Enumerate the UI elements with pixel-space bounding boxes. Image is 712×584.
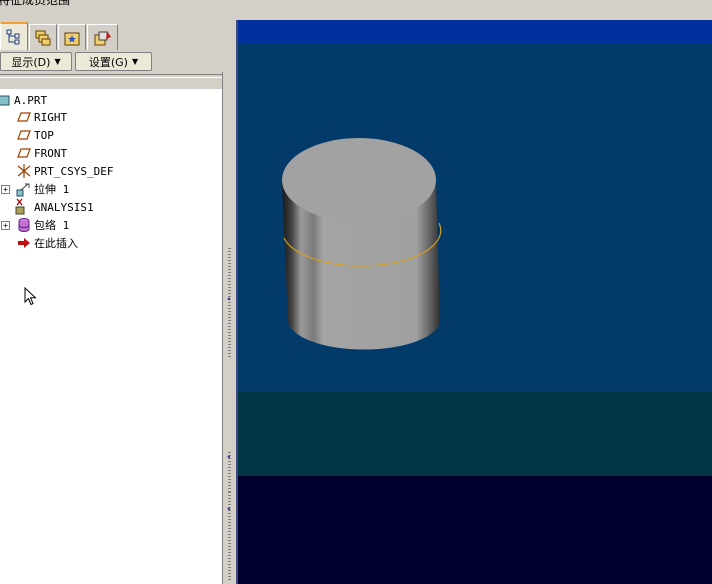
analysis-icon bbox=[14, 198, 30, 215]
layers-icon bbox=[35, 30, 51, 45]
tree-item-label: PRT_CSYS_DEF bbox=[34, 164, 114, 178]
insert-here-arrow-icon bbox=[16, 235, 32, 251]
tree-item-label: A.PRT bbox=[14, 93, 48, 107]
window-title: 特征成员范围 bbox=[0, 0, 71, 7]
panel-splitter[interactable]: ◂ ◂ ◂ bbox=[222, 72, 237, 584]
datum-plane-icon bbox=[16, 127, 32, 143]
collapse-left-icon[interactable]: ◂ bbox=[226, 452, 232, 461]
tree-item-envelope[interactable]: + 包络 1 bbox=[0, 216, 222, 234]
extrude-icon bbox=[16, 181, 32, 197]
envelope-icon bbox=[16, 217, 32, 233]
settings-dropdown-button[interactable]: 设置(G) ▼ bbox=[75, 52, 152, 71]
model-tree[interactable]: A.PRT RIGHT TOP FRONT PRT_CSYS_DEF + 拉伸 … bbox=[0, 89, 222, 584]
tree-item-insert-here[interactable]: 在此插入 bbox=[0, 234, 222, 252]
navigator-tabs bbox=[0, 22, 230, 50]
chevron-down-icon: ▼ bbox=[131, 57, 139, 66]
tab-web-browser[interactable] bbox=[87, 24, 118, 50]
splitter-grip bbox=[228, 248, 231, 358]
tree-item-label: 拉伸 1 bbox=[34, 183, 70, 196]
expand-icon[interactable]: + bbox=[1, 184, 10, 194]
tree-item-right[interactable]: RIGHT bbox=[0, 108, 222, 126]
collapse-left-icon[interactable]: ◂ bbox=[226, 504, 232, 513]
tree-item-label: 包络 1 bbox=[34, 219, 70, 232]
part-icon bbox=[0, 92, 12, 108]
tree-item-label: 在此插入 bbox=[34, 237, 78, 250]
tree-item-analysis[interactable]: ANALYSIS1 bbox=[0, 198, 222, 216]
cylinder-model[interactable] bbox=[238, 20, 712, 584]
tab-favorites[interactable] bbox=[58, 24, 86, 50]
title-bar: 特征成员范围 bbox=[0, 0, 712, 22]
collapse-left-icon[interactable]: ◂ bbox=[226, 294, 232, 303]
settings-button-label: 设置(G) bbox=[88, 55, 128, 69]
display-button-label: 显示(D) bbox=[11, 55, 51, 69]
model-tree-icon bbox=[6, 29, 20, 45]
tab-model-tree[interactable] bbox=[0, 22, 28, 50]
expand-icon[interactable]: + bbox=[1, 220, 10, 230]
tab-layers[interactable] bbox=[29, 24, 57, 50]
tree-item-top[interactable]: TOP bbox=[0, 126, 222, 144]
datum-plane-icon bbox=[16, 109, 32, 125]
tree-item-label: ANALYSIS1 bbox=[34, 200, 94, 214]
tree-item-label: FRONT bbox=[34, 146, 68, 160]
graphics-viewport[interactable] bbox=[238, 20, 712, 584]
tree-item-label: TOP bbox=[34, 128, 54, 142]
display-dropdown-button[interactable]: 显示(D) ▼ bbox=[0, 52, 72, 71]
tree-item-extrude[interactable]: + 拉伸 1 bbox=[0, 180, 222, 198]
navigator-toolbar: 显示(D) ▼ 设置(G) ▼ bbox=[0, 52, 224, 72]
tree-item-part[interactable]: A.PRT bbox=[0, 91, 222, 109]
mouse-cursor-icon bbox=[24, 287, 37, 306]
tree-item-label: RIGHT bbox=[34, 110, 68, 124]
favorites-icon bbox=[64, 32, 80, 45]
datum-plane-icon bbox=[16, 145, 32, 161]
toolbar-divider bbox=[0, 74, 222, 78]
chevron-down-icon: ▼ bbox=[54, 57, 61, 66]
tree-item-front[interactable]: FRONT bbox=[0, 144, 222, 162]
coordinate-system-icon bbox=[16, 163, 32, 179]
web-browser-icon bbox=[94, 30, 111, 45]
tree-item-csys[interactable]: PRT_CSYS_DEF bbox=[0, 162, 222, 180]
